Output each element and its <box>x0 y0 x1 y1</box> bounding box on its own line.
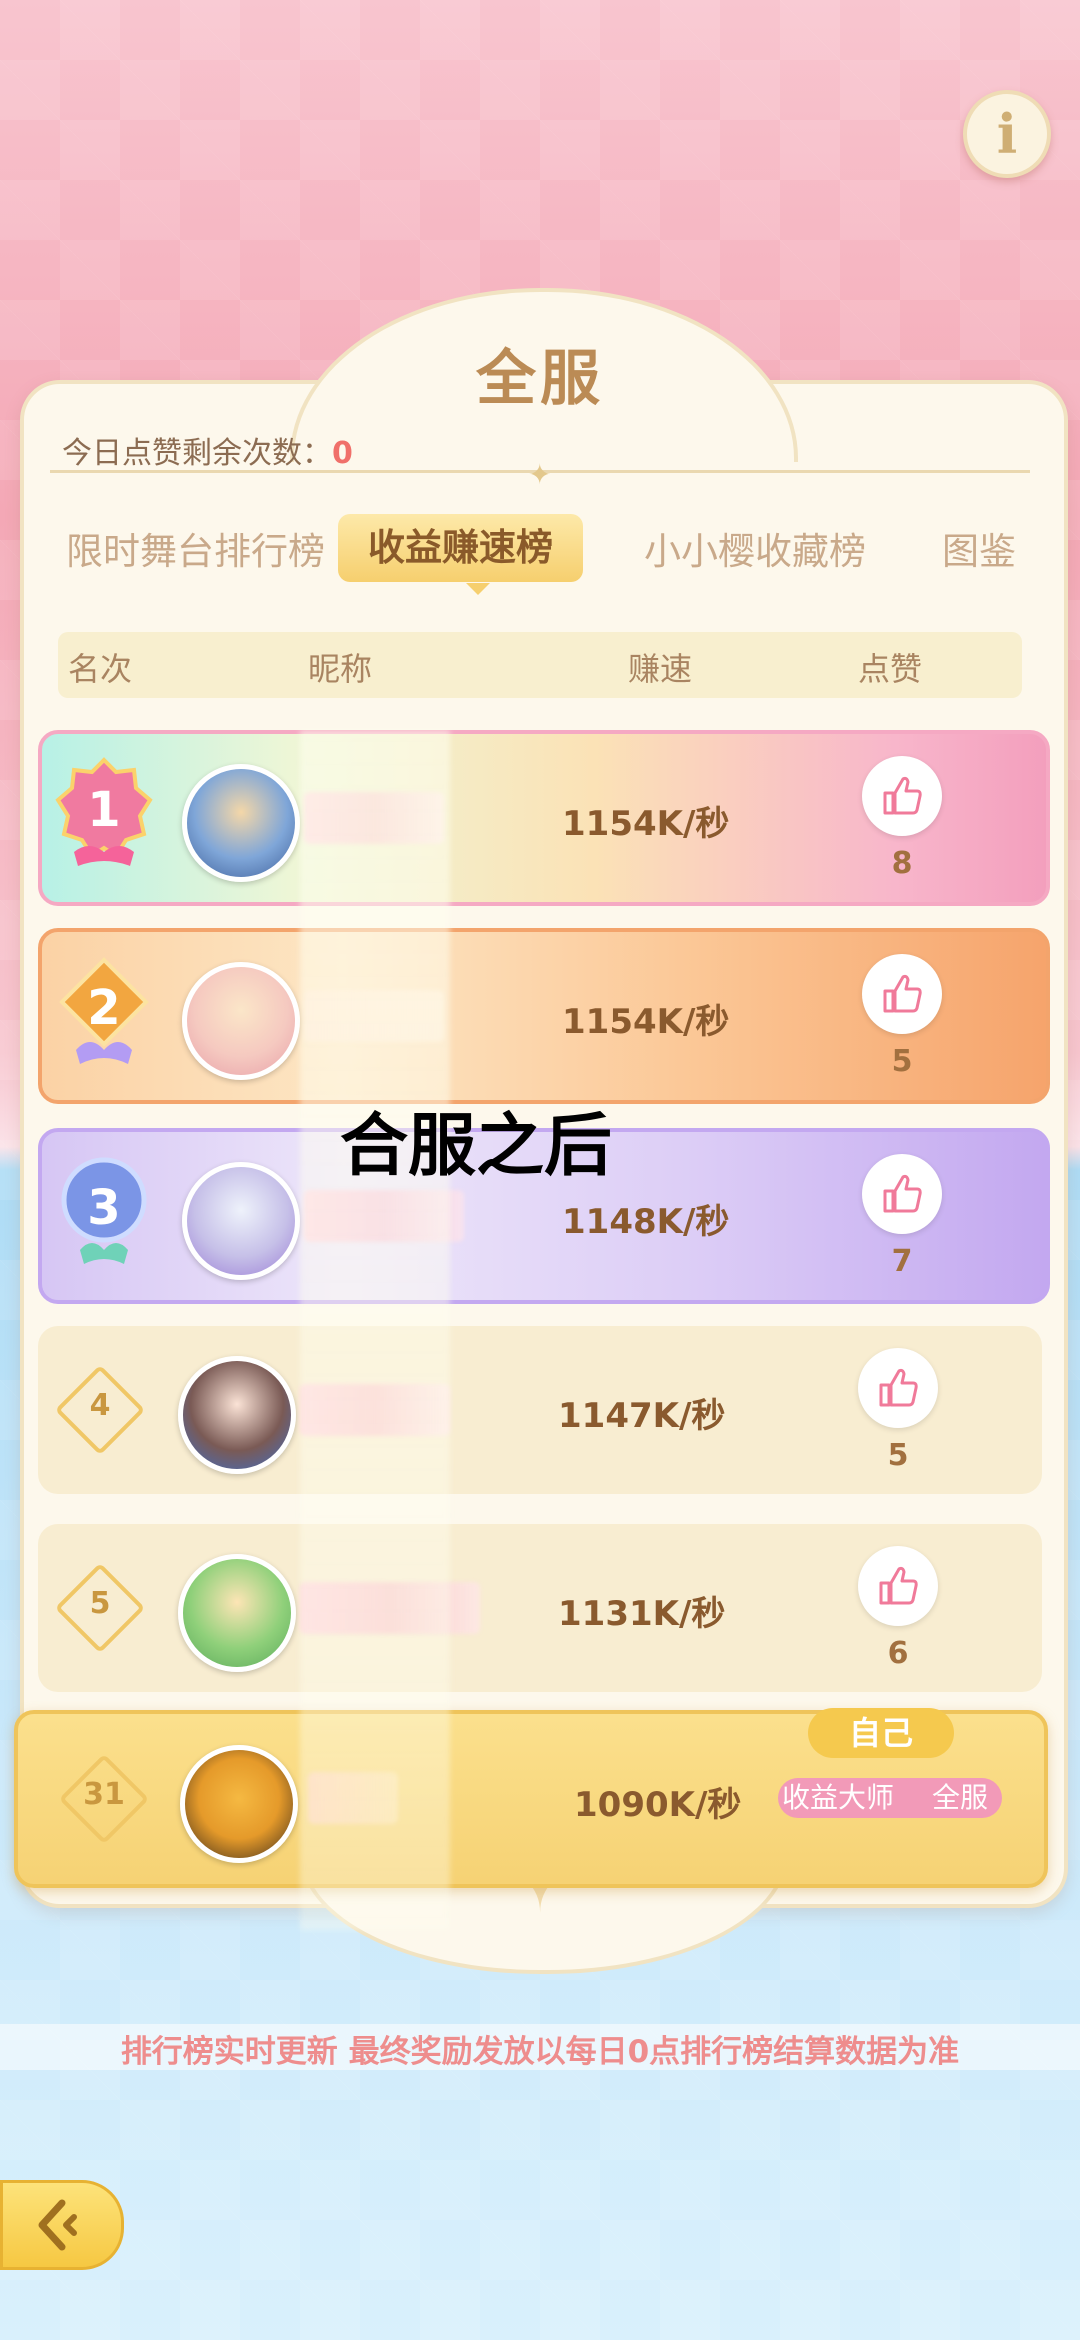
table-row: 5 1131K/秒 6 <box>38 1524 1042 1692</box>
likes-remaining-label: 今日点赞剩余次数： <box>62 436 332 471</box>
rank-number: 5 <box>89 1586 111 1621</box>
self-title-right: 全服 <box>931 1781 988 1814</box>
like-count: 6 <box>887 1636 909 1671</box>
tab-earning-speed[interactable]: 收益赚速榜 <box>338 514 583 582</box>
earning-speed: 1131K/秒 <box>558 1594 726 1634</box>
header-speed: 赚速 <box>628 650 693 688</box>
table-row: 2 1154K/秒 5 <box>38 928 1050 1104</box>
like-button[interactable] <box>862 954 942 1034</box>
header-likes: 点赞 <box>858 650 923 688</box>
table-row: 1 1154K/秒 8 <box>38 730 1050 906</box>
avatar[interactable] <box>182 1162 300 1280</box>
thumbs-up-icon <box>883 776 922 815</box>
header-rank: 名次 <box>68 650 133 688</box>
likes-remaining: 今日点赞剩余次数：0 <box>62 428 353 472</box>
earning-speed: 1154K/秒 <box>562 1002 730 1042</box>
self-tag: 自己 <box>808 1708 954 1758</box>
tab-bar: 限时舞台排行榜 收益赚速榜 小小樱收藏榜 图鉴 <box>40 512 1040 592</box>
like-count: 5 <box>887 1438 909 1473</box>
rank-number: 2 <box>87 980 121 1036</box>
like-count: 8 <box>891 846 913 881</box>
likes-remaining-value: 0 <box>332 436 353 471</box>
rank-number: 4 <box>89 1388 111 1423</box>
like-count: 7 <box>891 1244 913 1279</box>
back-arrow-icon <box>38 2199 77 2251</box>
like-button[interactable] <box>862 1154 942 1234</box>
like-count: 5 <box>891 1044 913 1079</box>
overlay-caption: 合服之后 <box>340 1107 613 1186</box>
tab-encyclopedia[interactable]: 图鉴 <box>942 522 1016 582</box>
thumbs-up-icon <box>879 1566 918 1605</box>
nickname-blur-strip <box>300 730 450 1930</box>
tab-sakura-collection[interactable]: 小小樱收藏榜 <box>644 522 866 582</box>
page-title: 全服 <box>476 344 604 414</box>
tab-pointer <box>466 583 490 595</box>
avatar[interactable] <box>178 1554 296 1672</box>
table-header: 名次 昵称 赚速 点赞 <box>58 632 1022 698</box>
thumbs-up-icon <box>879 1368 918 1407</box>
avatar[interactable] <box>182 764 300 882</box>
info-icon: i <box>996 102 1018 166</box>
like-button[interactable] <box>862 756 942 836</box>
avatar[interactable] <box>182 962 300 1080</box>
self-earning-speed: 1090K/秒 <box>574 1785 742 1825</box>
like-button[interactable] <box>858 1348 938 1428</box>
earning-speed: 1154K/秒 <box>562 804 730 844</box>
info-button[interactable]: i <box>963 90 1051 178</box>
rank-number: 3 <box>87 1180 121 1236</box>
back-button[interactable] <box>0 2180 124 2270</box>
earning-speed: 1148K/秒 <box>562 1202 730 1242</box>
like-button[interactable] <box>858 1546 938 1626</box>
earning-speed: 1147K/秒 <box>558 1396 726 1436</box>
self-rank-number: 31 <box>83 1777 125 1812</box>
table-row: 4 1147K/秒 5 <box>38 1326 1042 1494</box>
self-title-badge: 收益大师 全服 <box>778 1778 1002 1818</box>
header-nickname: 昵称 <box>308 650 373 688</box>
self-title-left: 收益大师 <box>782 1781 895 1814</box>
rank-number: 1 <box>87 782 121 838</box>
notice-text: 排行榜实时更新 最终奖励发放以每日0点排行榜结算数据为准 <box>120 2034 960 2070</box>
divider-star-icon: ✦ <box>528 458 552 491</box>
avatar[interactable] <box>178 1356 296 1474</box>
self-avatar[interactable] <box>180 1745 298 1863</box>
thumbs-up-icon <box>883 1174 922 1213</box>
thumbs-up-icon <box>883 974 922 1013</box>
tab-stage-ranking[interactable]: 限时舞台排行榜 <box>66 522 325 582</box>
